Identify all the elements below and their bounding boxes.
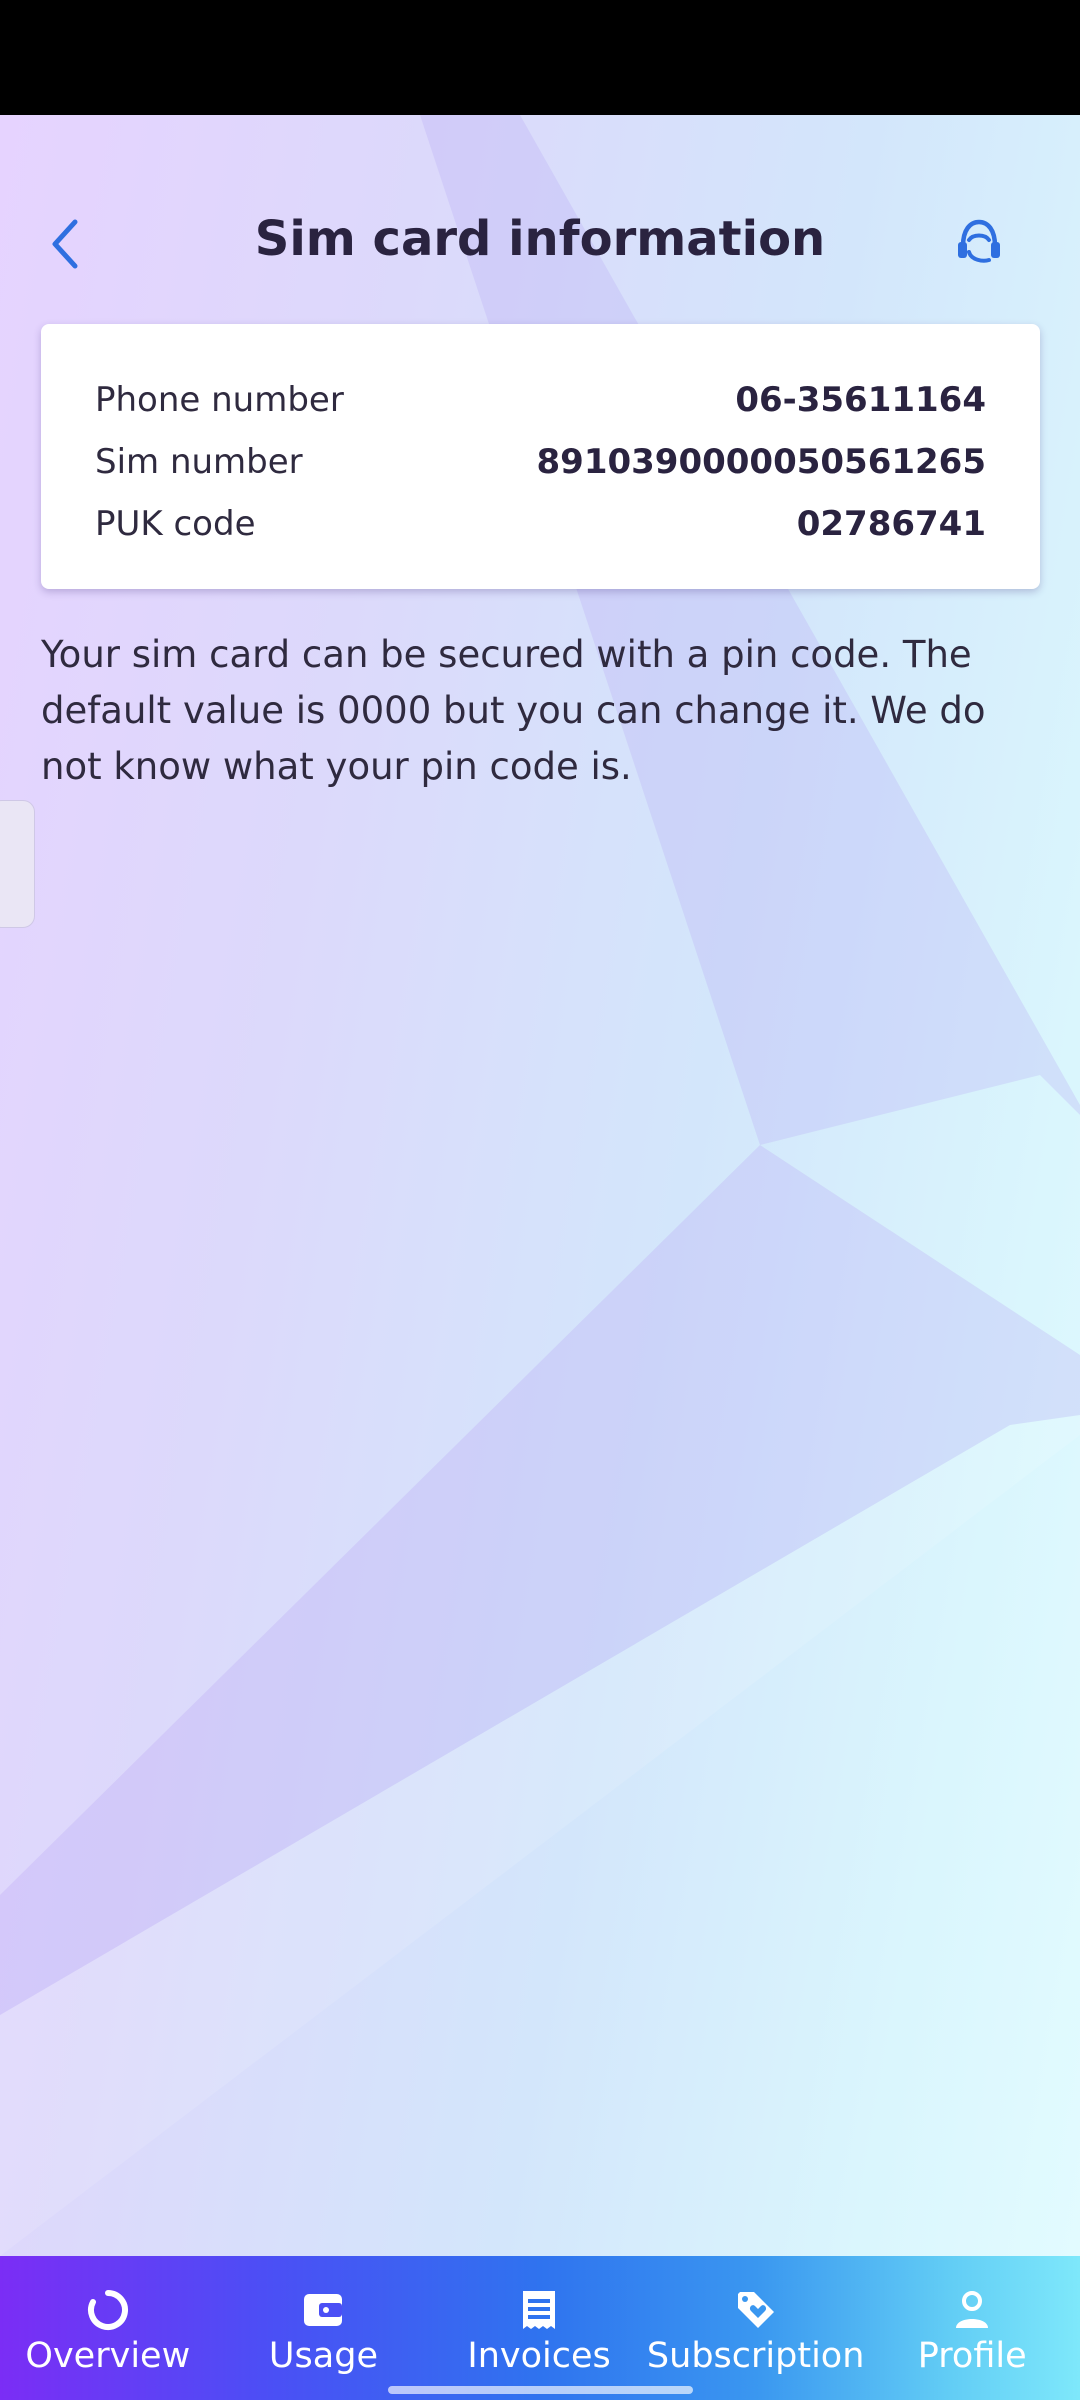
nav-label-overview: Overview [25,2336,191,2376]
phone-number-label: Phone number [95,380,344,420]
tag-heart-icon [737,2292,774,2328]
puk-code-label: PUK code [95,504,256,544]
overview-ring-icon [87,2290,128,2330]
wallet-icon [304,2294,343,2326]
header: Sim card information [0,195,1080,285]
bottom-navigation: Overview Usage Invoices Subscription Pro… [0,2256,1080,2400]
pin-code-description: Your sim card can be secured with a pin … [41,633,986,788]
sim-number-value: 8910390000050561265 [536,442,987,482]
nav-item-invoices[interactable]: Invoices [431,2256,647,2400]
receipt-icon [523,2291,556,2329]
nav-label-subscription: Subscription [646,2336,865,2376]
nav-item-overview[interactable]: Overview [0,2256,216,2400]
puk-code-row: PUK code 02786741 [95,493,986,555]
puk-code-value: 02786741 [796,504,986,544]
phone-number-row: Phone number 06-35611164 [95,369,986,431]
person-icon [956,2291,989,2328]
support-button[interactable] [944,207,1014,277]
sim-number-row: Sim number 8910390000050561265 [95,431,986,493]
side-drawer-handle[interactable] [0,800,35,928]
phone-number-value: 06-35611164 [735,380,986,420]
nav-item-usage[interactable]: Usage [216,2256,432,2400]
nav-item-subscription[interactable]: Subscription [647,2256,864,2400]
nav-label-usage: Usage [268,2336,378,2376]
sim-info-card: Phone number 06-35611164 Sim number 8910… [41,324,1040,589]
page-title: Sim card information [254,211,826,267]
nav-label-profile: Profile [917,2336,1027,2376]
app-screen: Sim card information Phone number 06-356… [0,115,1080,2256]
home-indicator [388,2386,693,2394]
nav-label-invoices: Invoices [467,2336,611,2376]
status-bar [0,0,1080,115]
headset-icon [958,219,1000,263]
sim-number-label: Sim number [95,442,303,482]
nav-item-profile[interactable]: Profile [864,2256,1080,2400]
